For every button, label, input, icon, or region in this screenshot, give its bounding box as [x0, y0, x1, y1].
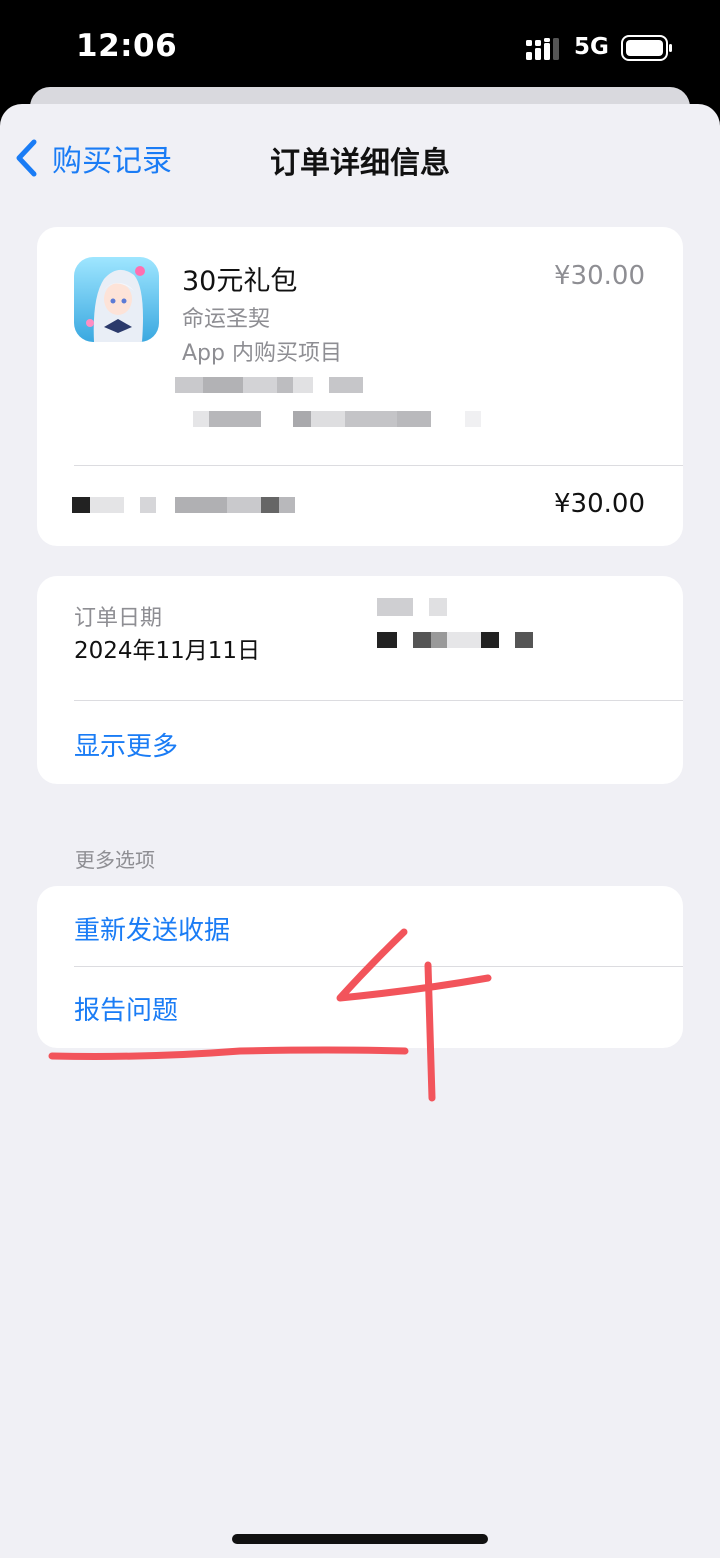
options-divider [74, 966, 683, 967]
item-price: ¥30.00 [554, 261, 645, 291]
purchase-card: 30元礼包 ¥30.00 命运圣契 App 内购买项目 ¥30.00 [37, 227, 683, 546]
order-date-label: 订单日期 [74, 606, 163, 631]
order-date-value: 2024年11月11日 [74, 638, 261, 664]
more-options-card: 重新发送收据 报告问题 [37, 886, 683, 1048]
signal-icon [526, 38, 559, 60]
order-detail-sheet: 购买记录 订单详细信息 30元礼包 ¥30.00 命运圣契 App 内购买项目 … [0, 104, 720, 1558]
battery-icon [621, 35, 672, 61]
order-info-card: 订单日期 2024年11月11日 显示更多 [37, 576, 683, 784]
home-indicator [232, 1534, 488, 1544]
total-price: ¥30.00 [554, 489, 645, 519]
app-icon[interactable] [74, 257, 159, 342]
order-divider [74, 700, 683, 701]
item-type: App 内购买项目 [182, 341, 342, 366]
app-name: 命运圣契 [182, 307, 271, 332]
page-title: 订单详细信息 [270, 146, 450, 181]
report-problem-link[interactable]: 报告问题 [74, 990, 178, 1027]
item-name: 30元礼包 [182, 266, 298, 297]
section-header: 更多选项 [75, 848, 155, 872]
status-bar: 12:06 5G [0, 0, 720, 100]
show-more-link[interactable]: 显示更多 [74, 726, 178, 763]
status-time: 12:06 [76, 28, 178, 64]
resend-receipt-link[interactable]: 重新发送收据 [74, 910, 230, 947]
card-divider [74, 465, 683, 466]
network-label: 5G [574, 34, 609, 60]
